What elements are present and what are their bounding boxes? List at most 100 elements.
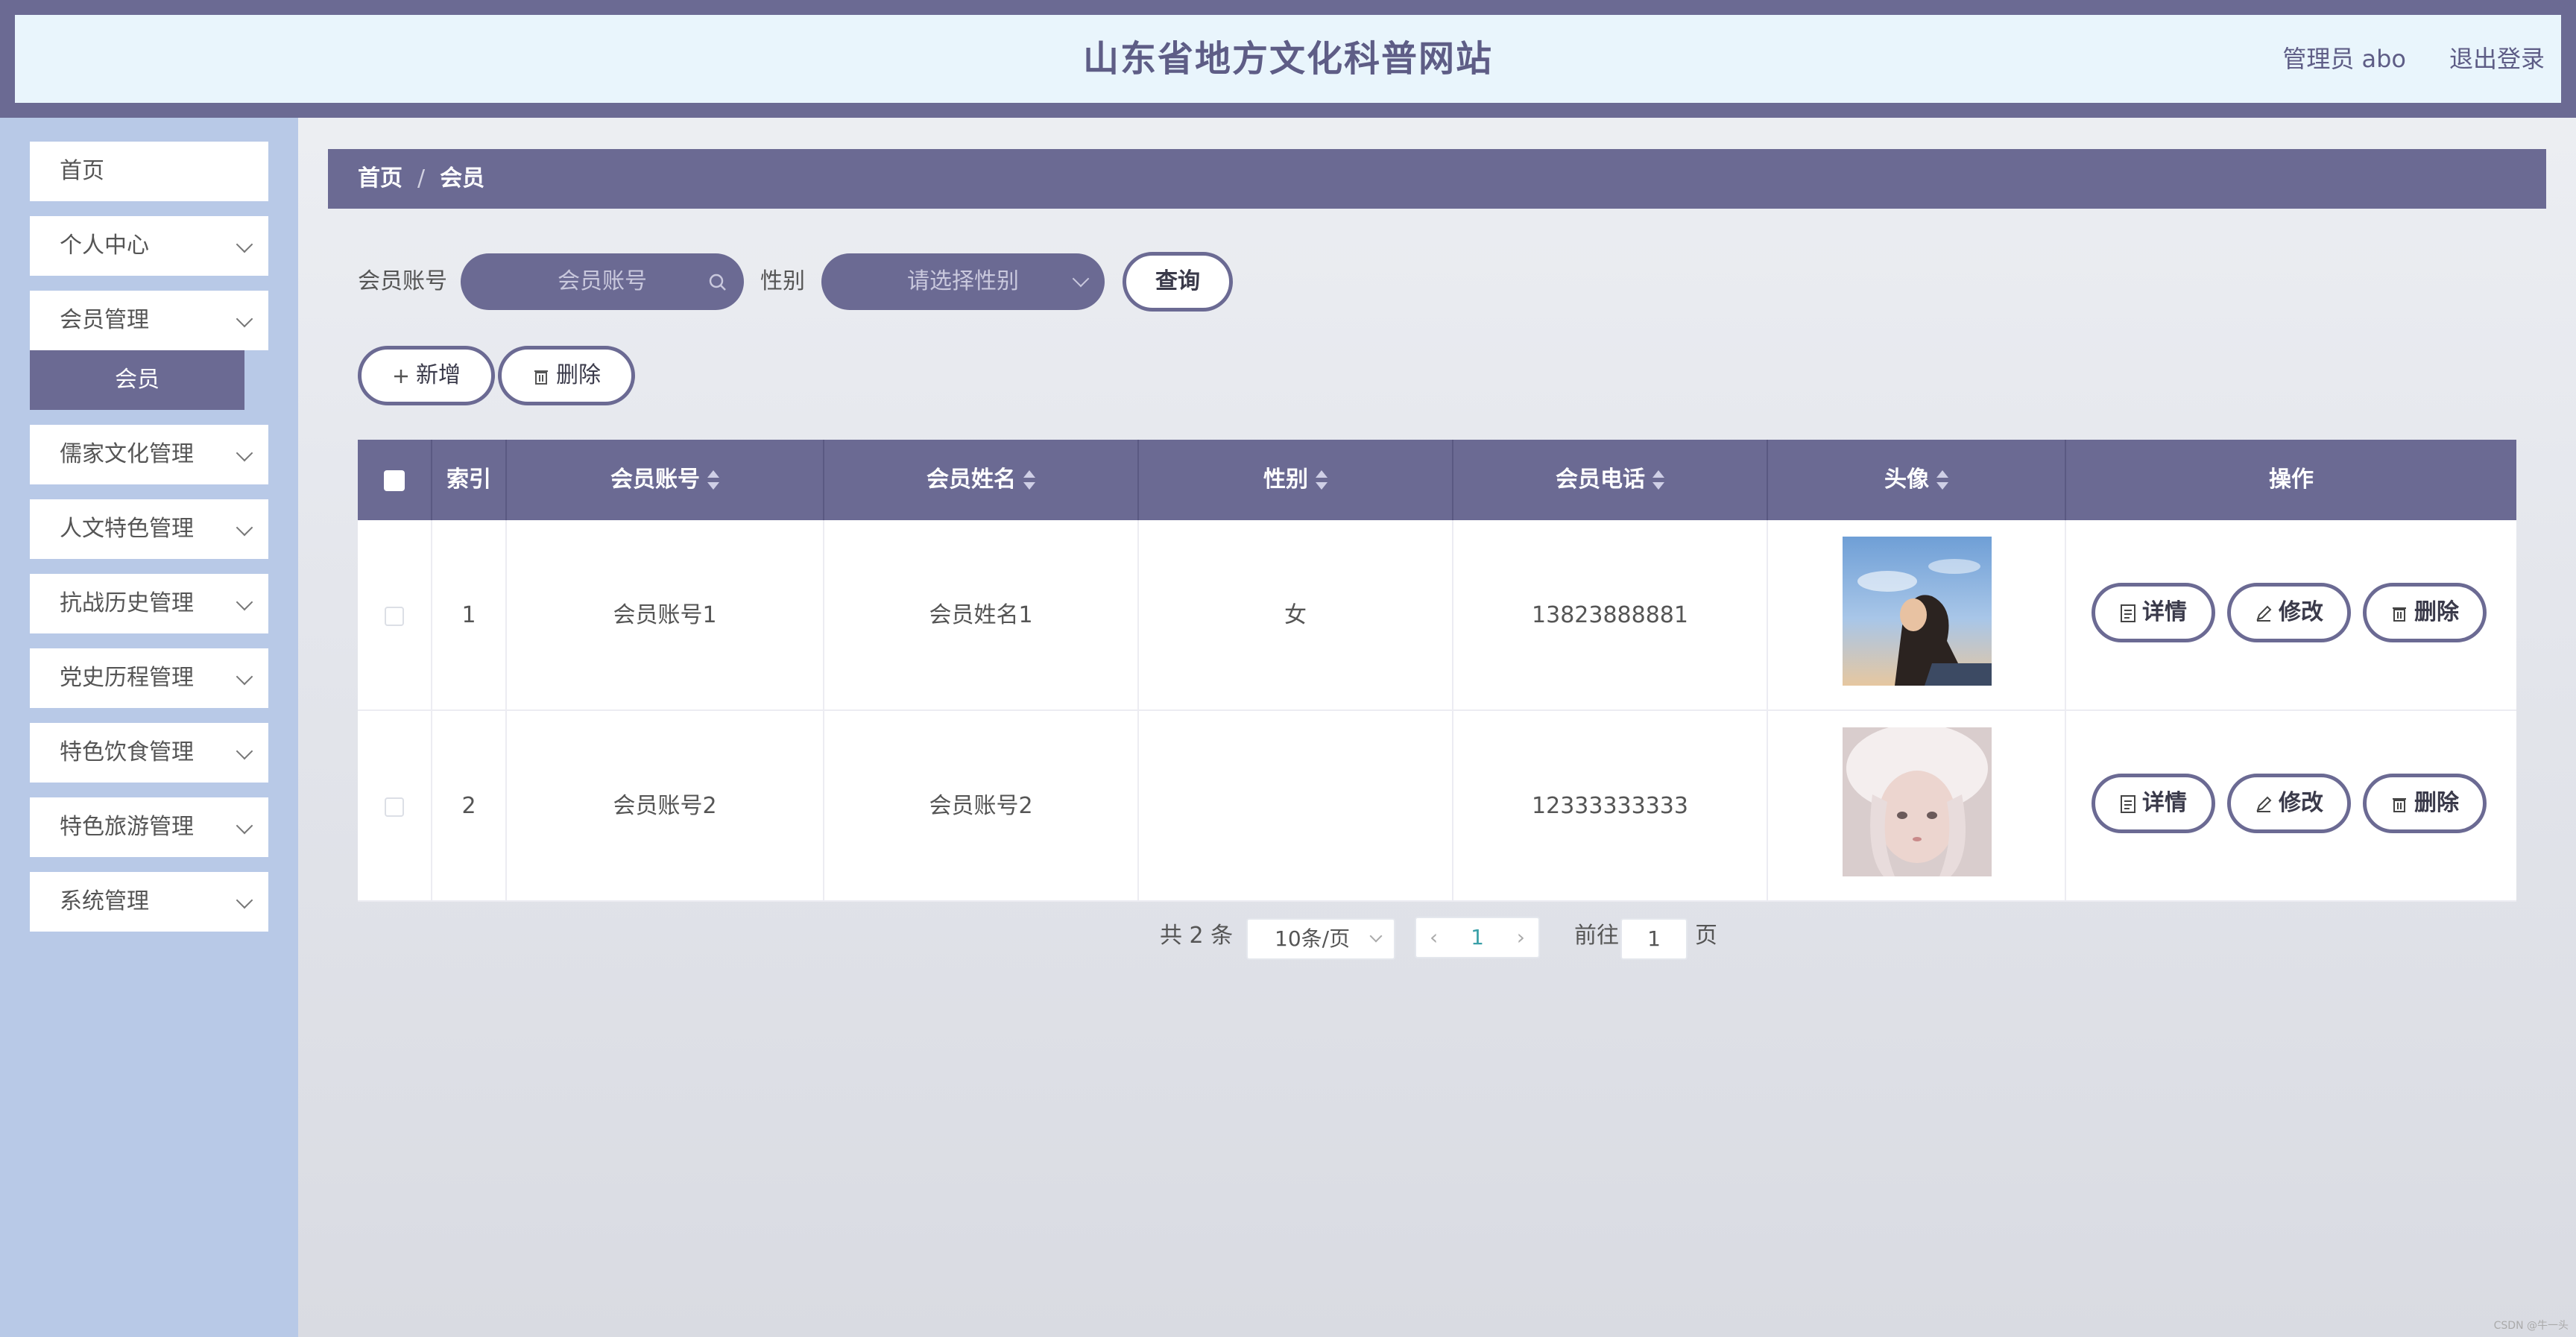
chevron-down-icon: [236, 891, 253, 909]
sort-icon[interactable]: [1023, 470, 1035, 491]
edit-button[interactable]: 修改: [2227, 774, 2351, 833]
sort-icon[interactable]: [1316, 470, 1328, 491]
sort-icon[interactable]: [1936, 470, 1948, 491]
chevron-down-icon: [236, 310, 253, 328]
header: 山东省地方文化科普网站 管理员 abo 退出登录: [15, 15, 2561, 103]
account-placeholder: 会员账号: [558, 268, 647, 294]
select-all-checkbox[interactable]: [384, 470, 405, 491]
gender-placeholder: 请选择性别: [907, 268, 1019, 294]
search-icon: [709, 274, 726, 291]
page-size-select[interactable]: 10条/页: [1246, 918, 1395, 960]
site-title: 山东省地方文化科普网站: [1082, 38, 1493, 80]
col-name[interactable]: 会员姓名: [824, 440, 1139, 520]
row-checkbox[interactable]: [385, 606, 404, 626]
sidebar-item-label: 党史历程管理: [60, 665, 194, 691]
breadcrumb-current: 会员: [440, 165, 485, 192]
table-header: 索引 会员账号 会员姓名 性别 会员电话 头像 操作: [358, 440, 2516, 520]
cell-actions: 详情 修改 删除: [2066, 711, 2516, 902]
admin-username: 管理员 abo: [2282, 45, 2406, 73]
delete-label: 删除: [2414, 599, 2459, 625]
sort-icon[interactable]: [707, 470, 719, 491]
sidebar-item-label: 特色旅游管理: [60, 814, 194, 840]
delete-label: 删除: [2414, 790, 2459, 816]
row-select-cell: [358, 520, 432, 711]
sidebar-item-label: 抗战历史管理: [60, 590, 194, 616]
next-page-icon[interactable]: ›: [1517, 918, 1525, 957]
sidebar-item-member-management[interactable]: 会员管理: [30, 291, 268, 350]
sidebar-item-travel[interactable]: 特色旅游管理: [30, 797, 268, 857]
sidebar-item-system[interactable]: 系统管理: [30, 872, 268, 932]
pagination-total: 共 2 条: [1160, 923, 1234, 949]
cell-phone: 12333333333: [1453, 711, 1768, 902]
sidebar-item-humanities[interactable]: 人文特色管理: [30, 499, 268, 559]
goto-label: 前往: [1574, 923, 1619, 949]
edit-button[interactable]: 修改: [2227, 583, 2351, 642]
gender-label: 性别: [760, 268, 805, 294]
cell-gender: 女: [1139, 520, 1453, 711]
cell-index: 2: [432, 711, 507, 902]
sidebar-item-party-history[interactable]: 党史历程管理: [30, 648, 268, 708]
sidebar-item-label: 特色饮食管理: [60, 739, 194, 765]
logout-link[interactable]: 退出登录: [2449, 15, 2545, 103]
goto-page-input[interactable]: 1: [1620, 918, 1688, 960]
cell-name: 会员姓名1: [824, 520, 1139, 711]
trash-icon: [2393, 607, 2406, 622]
chevron-down-icon: [1072, 270, 1090, 288]
sidebar-item-confucian-culture[interactable]: 儒家文化管理: [30, 425, 268, 484]
avatar-image: [1843, 727, 1992, 876]
col-avatar[interactable]: 头像: [1768, 440, 2066, 520]
chevron-down-icon: [236, 519, 253, 537]
cell-avatar: [1768, 520, 2066, 711]
cell-actions: 详情 修改 删除: [2066, 520, 2516, 711]
chevron-down-icon: [236, 742, 253, 760]
page-number[interactable]: 1: [1471, 925, 1484, 949]
sort-icon[interactable]: [1652, 470, 1664, 491]
col-gender[interactable]: 性别: [1139, 440, 1453, 520]
edit-label: 修改: [2279, 599, 2323, 625]
add-button[interactable]: 新增: [358, 346, 495, 405]
query-button[interactable]: 查询: [1123, 252, 1233, 312]
sidebar-item-label: 人文特色管理: [60, 516, 194, 542]
col-index: 索引: [432, 440, 507, 520]
cell-gender: [1139, 711, 1453, 902]
member-table: 索引 会员账号 会员姓名 性别 会员电话 头像 操作 1 会员账号1 会员姓名1…: [358, 440, 2516, 902]
trash-icon: [534, 370, 548, 385]
detail-button[interactable]: 详情: [2092, 774, 2215, 833]
col-account[interactable]: 会员账号: [507, 440, 824, 520]
prev-page-icon[interactable]: ‹: [1430, 918, 1438, 957]
page-size-value: 10条/页: [1275, 926, 1351, 951]
cell-avatar: [1768, 711, 2066, 902]
sidebar-item-war-history[interactable]: 抗战历史管理: [30, 574, 268, 633]
page-suffix: 页: [1695, 923, 1717, 949]
row-select-cell: [358, 711, 432, 902]
document-icon: [2121, 604, 2135, 622]
sidebar-item-label: 个人中心: [60, 233, 149, 259]
detail-button[interactable]: 详情: [2092, 583, 2215, 642]
row-checkbox[interactable]: [385, 797, 404, 817]
delete-button[interactable]: 删除: [2363, 774, 2487, 833]
breadcrumb-home[interactable]: 首页: [358, 165, 402, 192]
col-account-label: 会员账号: [610, 467, 700, 493]
trash-icon: [2393, 797, 2406, 812]
avatar-image: [1843, 537, 1992, 686]
account-search-input[interactable]: 会员账号: [461, 253, 744, 310]
chevron-down-icon: [236, 668, 253, 686]
sidebar-item-label: 首页: [60, 158, 104, 184]
col-gender-label: 性别: [1263, 467, 1308, 493]
sidebar-item-personal-center[interactable]: 个人中心: [30, 216, 268, 276]
chevron-down-icon: [236, 236, 253, 253]
delete-button[interactable]: 删除: [2363, 583, 2487, 642]
chevron-down-icon: [1369, 929, 1383, 943]
sidebar-subitem-member[interactable]: 会员: [30, 350, 244, 410]
gender-select[interactable]: 请选择性别: [821, 253, 1105, 310]
plus-icon: [394, 369, 408, 383]
col-phone[interactable]: 会员电话: [1453, 440, 1768, 520]
col-actions: 操作: [2269, 467, 2314, 493]
detail-label: 详情: [2142, 599, 2187, 625]
cell-phone: 13823888881: [1453, 520, 1768, 711]
bulk-delete-button[interactable]: 删除: [498, 346, 635, 405]
pager: ‹ 1 ›: [1415, 917, 1540, 958]
cell-index: 1: [432, 520, 507, 711]
sidebar-item-home[interactable]: 首页: [30, 142, 268, 201]
sidebar-item-food[interactable]: 特色饮食管理: [30, 723, 268, 783]
